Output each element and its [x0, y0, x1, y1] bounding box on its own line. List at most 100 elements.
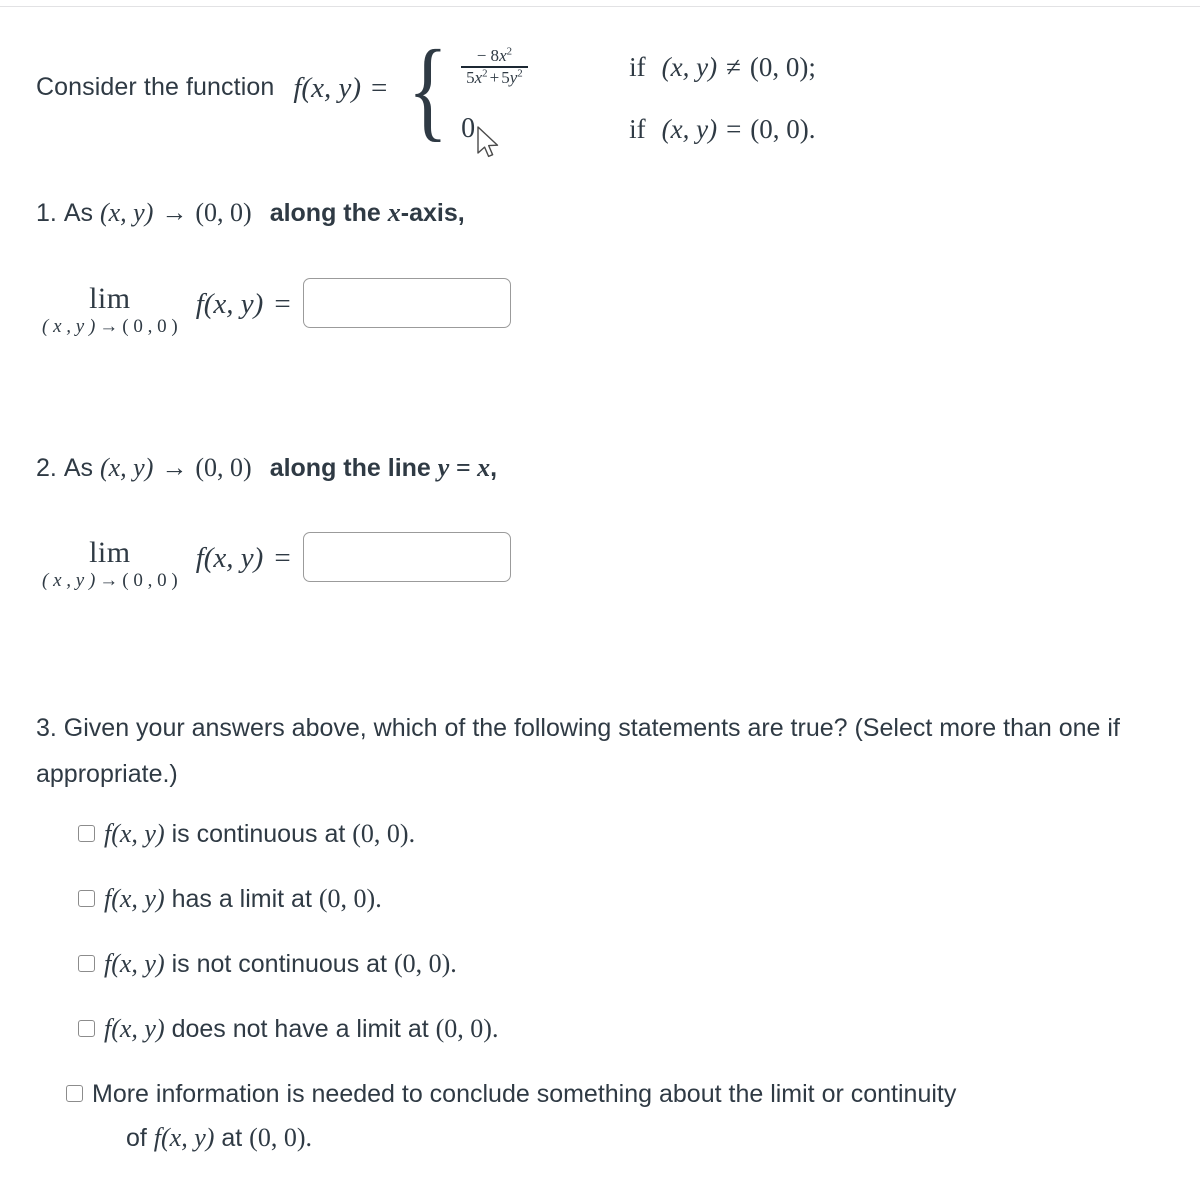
- choice-5-func: f(x, y): [153, 1123, 215, 1152]
- question-2-bold-path: y = x: [437, 453, 491, 482]
- limit-operator-2: lim ( x , y ) →( 0 , 0 ): [42, 536, 178, 591]
- choice-5-line2: of f(x, y) at (0, 0).: [92, 1116, 956, 1160]
- intro-text: Consider the function: [36, 73, 275, 101]
- choice-option-4[interactable]: f(x, y) does not have a limit at (0, 0).: [74, 1007, 1184, 1051]
- lim-text-1: lim: [89, 282, 131, 315]
- choice-4-end: .: [491, 1014, 499, 1043]
- question-2-prompt: 2. As (x, y) → (0, 0) along the line y = x,: [36, 455, 497, 481]
- choice-label-4: f(x, y) does not have a limit at (0, 0).: [104, 1007, 498, 1051]
- choice-4-point: (0, 0): [435, 1014, 492, 1043]
- limit-function-1: f(x, y): [195, 288, 264, 320]
- fraction-denominator: 5x2 +5y2: [461, 68, 528, 88]
- lim-text-2: lim: [89, 536, 131, 569]
- limit-operator-1: lim ( x , y ) →( 0 , 0 ): [42, 282, 178, 337]
- question-2-point-to: (0, 0): [195, 453, 252, 482]
- limit-equals-1: =: [274, 288, 291, 320]
- question-2-limit-row: lim ( x , y ) →( 0 , 0 ) f(x, y) =: [42, 532, 511, 591]
- question-1-bold-suffix: -axis,: [400, 199, 465, 227]
- question-1-bold-part: along the: [269, 199, 381, 227]
- choice-label-1: f(x, y) is continuous at (0, 0).: [104, 812, 415, 856]
- equals-sign: =: [370, 72, 388, 104]
- if-keyword-2: if: [629, 113, 646, 144]
- checkbox-more-information[interactable]: [66, 1085, 83, 1102]
- checkbox-not-continuous[interactable]: [78, 955, 95, 972]
- choice-5-end: .: [305, 1123, 313, 1152]
- den-b-coefficient: 5: [501, 67, 510, 87]
- top-divider: [0, 6, 1200, 7]
- case-1-condition: if (x, y) ≠ (0, 0);: [629, 52, 816, 83]
- choice-label-3: f(x, y) is not continuous at (0, 0).: [104, 942, 457, 986]
- lim-subscript-1: ( x , y ) →( 0 , 0 ): [42, 317, 178, 336]
- function-name: f(x, y): [274, 28, 361, 105]
- lim-sub-lhs-2: ( x , y ): [42, 570, 96, 591]
- case-1-cond-lhs: (x, y): [661, 51, 718, 82]
- question-1-number: 1.: [36, 199, 57, 227]
- choice-4-rest: does not have a limit at: [164, 1015, 436, 1043]
- choice-label-5: More information is needed to conclude s…: [92, 1072, 956, 1160]
- curly-brace-icon: {: [408, 28, 449, 152]
- choice-2-rest: has a limit at: [164, 885, 319, 913]
- question-1-bold-path: x: [387, 198, 401, 227]
- choice-2-end: .: [375, 884, 382, 913]
- question-3-choices: f(x, y) is continuous at (0, 0). f(x, y)…: [66, 812, 1184, 1181]
- choice-3-end: .: [450, 949, 457, 978]
- lim-subscript-2: ( x , y ) →( 0 , 0 ): [42, 571, 178, 590]
- case-2-cond-rhs: (0, 0).: [750, 113, 816, 144]
- checkbox-continuous[interactable]: [78, 825, 95, 842]
- piecewise-case-1: − 8x2 5x2 +5y2 if (x, y) ≠ (0, 0);: [461, 36, 816, 98]
- piecewise-cases: − 8x2 5x2 +5y2 if (x, y) ≠ (0, 0); 0 if (x, y…: [455, 28, 816, 160]
- piecewise-case-2: 0 if (x, y) = (0, 0).: [461, 98, 816, 160]
- question-1-prompt: 1. As (x, y) → (0, 0) along the x-axis,: [36, 200, 465, 226]
- function-name-text: f(x, y): [293, 72, 361, 104]
- choice-label-2: f(x, y) has a limit at (0, 0).: [104, 877, 382, 921]
- numerator-variable: x: [499, 45, 507, 65]
- fraction: − 8x2 5x2 +5y2: [461, 45, 528, 88]
- choice-3-func: f(x, y): [104, 949, 165, 978]
- limit-function-2: f(x, y): [195, 542, 264, 574]
- question-2-arrow: →: [161, 453, 188, 482]
- choice-5-pre: of: [126, 1124, 154, 1152]
- case-1-cond-rhs: (0, 0);: [749, 51, 816, 82]
- question-2-bold-part: along the line: [269, 454, 431, 482]
- checkbox-has-limit[interactable]: [78, 890, 95, 907]
- choice-5-mid: at: [214, 1124, 250, 1152]
- choice-2-point: (0, 0): [318, 884, 376, 913]
- lim-sub-rhs-1: ( 0 , 0 ): [122, 316, 178, 337]
- choice-option-3[interactable]: f(x, y) is not continuous at (0, 0).: [74, 942, 1184, 986]
- question-1-lead: As: [63, 199, 93, 227]
- question-1-arrow: →: [161, 198, 188, 227]
- question-2-point-from: (x, y): [99, 453, 154, 482]
- lim-sub-rhs-2: ( 0 , 0 ): [122, 570, 178, 591]
- choice-1-rest: is continuous at: [164, 820, 353, 848]
- choice-5-point: (0, 0): [249, 1123, 306, 1152]
- den-a-exponent: 2: [482, 67, 488, 80]
- question-2-bold-suffix: ,: [490, 454, 498, 482]
- choice-4-func: f(x, y): [104, 1014, 165, 1043]
- lim-sub-arrow-1: →: [99, 316, 119, 337]
- checkbox-no-limit[interactable]: [78, 1020, 95, 1037]
- question-2-number: 2.: [36, 454, 57, 482]
- question-1-limit-row: lim ( x , y ) →( 0 , 0 ) f(x, y) =: [42, 278, 511, 337]
- case-2-value: 0: [461, 113, 476, 144]
- den-b-exponent: 2: [517, 67, 523, 80]
- case-1-cond-relation: ≠: [726, 51, 741, 82]
- choice-option-1[interactable]: f(x, y) is continuous at (0, 0).: [74, 812, 1184, 856]
- den-a-coefficient: 5: [466, 67, 475, 87]
- choice-3-point: (0, 0): [393, 949, 451, 978]
- choice-option-2[interactable]: f(x, y) has a limit at (0, 0).: [74, 877, 1184, 921]
- if-keyword-1: if: [629, 51, 646, 82]
- question-2-lead: As: [63, 454, 93, 482]
- question-3-prompt: 3. Given your answers above, which of th…: [36, 714, 1120, 788]
- choice-3-rest: is not continuous at: [164, 950, 394, 978]
- function-definition-block: Consider the function f(x, y) = { − 8x2 …: [36, 28, 816, 160]
- choice-option-5[interactable]: More information is needed to conclude s…: [62, 1072, 1184, 1160]
- case-2-cond-lhs: (x, y): [661, 113, 718, 144]
- question-1-point-from: (x, y): [99, 198, 154, 227]
- den-plus-sign: +: [489, 67, 500, 87]
- answer-input-1[interactable]: [302, 278, 511, 328]
- case-2-condition: if (x, y) = (0, 0).: [629, 114, 815, 145]
- choice-5-line1: More information is needed to conclude s…: [92, 1080, 957, 1108]
- question-1-point-to: (0, 0): [195, 198, 252, 227]
- answer-input-2[interactable]: [302, 532, 511, 582]
- numerator-coefficient: − 8: [476, 45, 500, 65]
